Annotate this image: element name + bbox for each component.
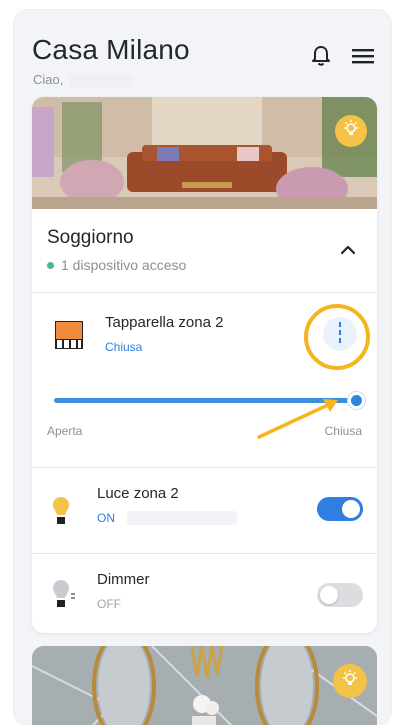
more-vertical-icon [338, 321, 342, 348]
more-options-button[interactable] [323, 317, 357, 351]
room-card: Soggiorno 1 dispositivo acceso Tapparell… [32, 97, 377, 633]
room-name: Soggiorno [47, 227, 134, 248]
light-bulb-icon [342, 669, 358, 693]
next-room-photo [32, 646, 377, 725]
toggle-knob [320, 586, 338, 604]
room-header[interactable]: Soggiorno 1 dispositivo acceso [32, 209, 377, 293]
slider-thumb[interactable] [348, 392, 365, 409]
room-photo[interactable] [32, 97, 377, 209]
light-bulb-icon [52, 496, 70, 531]
menu-icon[interactable] [349, 42, 377, 70]
device-row-shutter: Tapparella zona 2 Chiusa Aperta Chiusa [32, 293, 377, 468]
next-room-card[interactable] [32, 646, 377, 725]
user-name-redacted [69, 73, 134, 88]
device-state: Chiusa [105, 340, 143, 354]
slider-min-label: Aperta [47, 424, 83, 438]
header: Casa Milano Ciao, [32, 34, 377, 98]
active-dot-icon [47, 261, 54, 269]
device-state: OFF [97, 597, 121, 611]
light-bulb-icon [343, 119, 359, 143]
light-toggle[interactable] [317, 497, 363, 521]
device-row-light: Luce zona 2 ON [32, 468, 377, 554]
slider-track [54, 398, 359, 403]
device-state: ON [97, 511, 115, 525]
greeting: Ciao, [33, 72, 134, 88]
room-light-badge[interactable] [333, 664, 367, 698]
chevron-up-icon[interactable] [335, 237, 361, 263]
room-status-text: 1 dispositivo acceso [61, 257, 187, 273]
toggle-knob [342, 500, 360, 518]
slider-max-label: Chiusa [324, 424, 362, 438]
device-name: Tapparella zona 2 [105, 314, 224, 331]
device-row-dimmer: Dimmer OFF [32, 554, 377, 633]
dimmer-toggle[interactable] [317, 583, 363, 607]
app-frame: Casa Milano Ciao, Soggiorno 1 dispositiv… [14, 10, 391, 725]
bell-icon[interactable] [307, 42, 335, 70]
room-status: 1 dispositivo acceso [47, 257, 186, 273]
redacted-info [127, 511, 237, 525]
shutter-position-slider[interactable] [54, 391, 365, 411]
room-light-badge[interactable] [335, 115, 367, 147]
device-name: Dimmer [97, 571, 150, 588]
roller-shutter-icon [54, 320, 84, 355]
greeting-text: Ciao, [33, 72, 64, 87]
dimmer-bulb-icon [52, 579, 76, 614]
device-name: Luce zona 2 [97, 485, 179, 502]
